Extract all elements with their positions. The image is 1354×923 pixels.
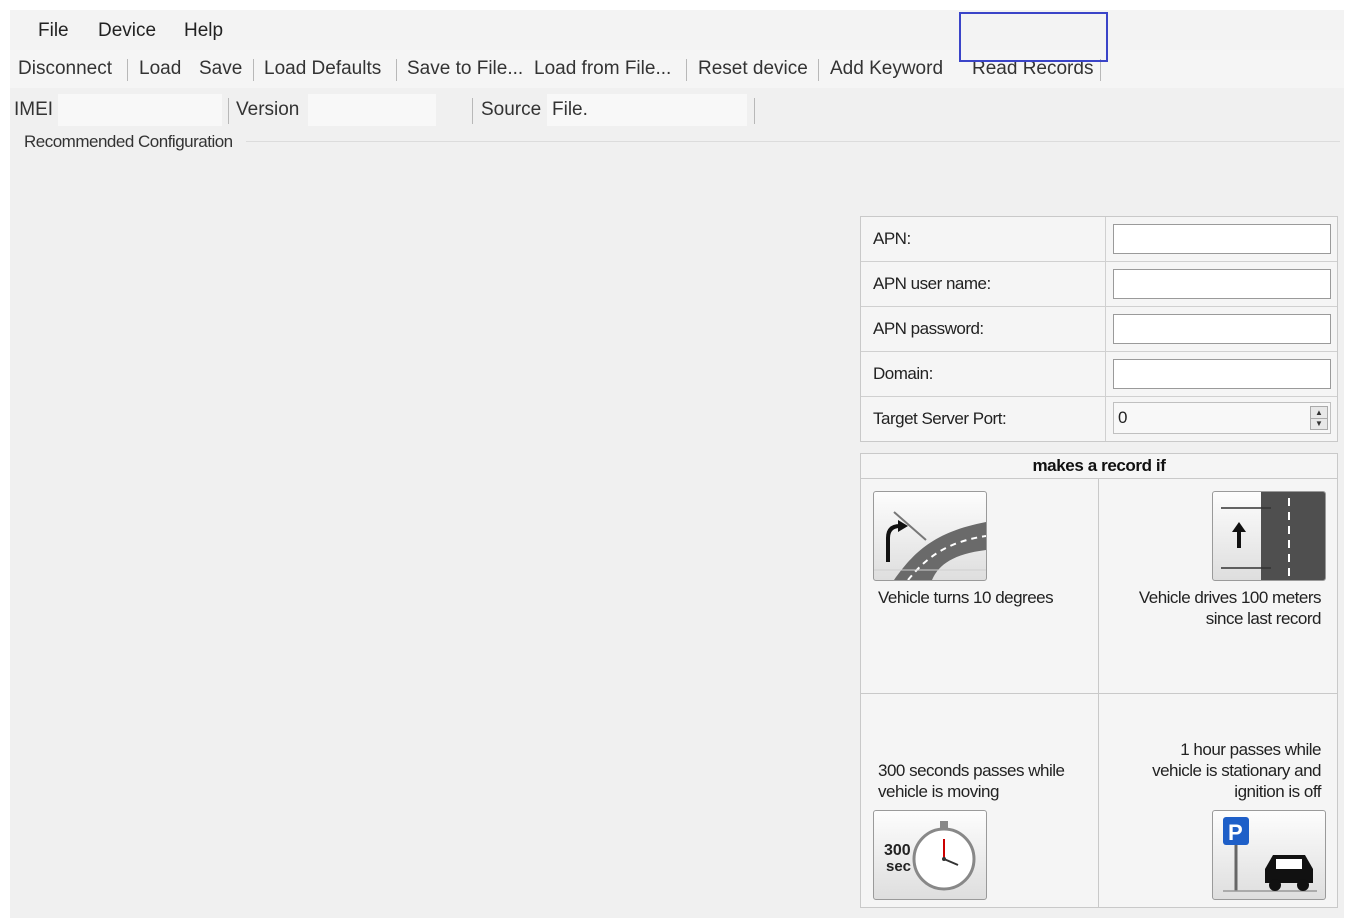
version-field	[308, 94, 436, 126]
condition-distance: Vehicle drives 100 meters since last rec…	[1099, 479, 1337, 694]
domain-input[interactable]	[1113, 359, 1331, 389]
toolbar-separator	[1100, 59, 1101, 81]
version-label: Version	[236, 99, 300, 120]
column-divider	[1105, 397, 1106, 441]
apn-input[interactable]	[1113, 224, 1331, 254]
condition-turn: Vehicle turns 10 degrees	[861, 479, 1099, 694]
apn-user-input[interactable]	[1113, 269, 1331, 299]
condition-time: 300 seconds passes while vehicle is movi…	[861, 694, 1099, 908]
column-divider	[1105, 262, 1106, 306]
reset-device-button[interactable]: Reset device	[698, 58, 808, 80]
spin-buttons: ▲ ▼	[1310, 406, 1328, 430]
imei-field	[58, 94, 222, 126]
toolbar-separator	[396, 59, 397, 81]
condition-stationary: 1 hour passes while vehicle is stationar…	[1099, 694, 1337, 908]
device-info-bar: IMEI Version Source File.	[10, 90, 1344, 132]
group-title: Recommended Configuration	[24, 132, 233, 151]
stationary-text-line2: vehicle is stationary and	[1152, 761, 1321, 780]
parking-letter: P	[1228, 820, 1243, 845]
stopwatch-unit: sec	[886, 858, 911, 875]
load-defaults-button[interactable]: Load Defaults	[264, 58, 381, 80]
spin-down-icon[interactable]: ▼	[1311, 418, 1327, 429]
toolbar: Disconnect Load Save Load Defaults Save …	[10, 50, 1344, 88]
apn-label: APN:	[873, 229, 911, 248]
load-from-file-button[interactable]: Load from File...	[534, 58, 671, 80]
info-separator	[228, 98, 229, 124]
record-panel-header: makes a record if	[861, 454, 1337, 479]
menu-file[interactable]: File	[38, 20, 69, 42]
parking-car-icon[interactable]: P	[1212, 810, 1326, 900]
time-text-line1: 300 seconds passes while	[878, 761, 1065, 780]
menu-help[interactable]: Help	[184, 20, 223, 42]
menu-device[interactable]: Device	[98, 20, 156, 42]
toolbar-separator	[686, 59, 687, 81]
save-to-file-button[interactable]: Save to File...	[407, 58, 523, 80]
port-stepper[interactable]: 0 ▲ ▼	[1113, 402, 1331, 434]
apn-password-input[interactable]	[1113, 314, 1331, 344]
setting-row-apn: APN:	[861, 217, 1337, 262]
column-divider	[1105, 307, 1106, 351]
load-button[interactable]: Load	[139, 58, 181, 80]
setting-row-port: Target Server Port: 0 ▲ ▼	[861, 397, 1337, 441]
domain-label: Domain:	[873, 364, 933, 383]
toolbar-separator	[818, 59, 819, 81]
distance-text-line1: Vehicle drives 100 meters	[1138, 588, 1322, 607]
source-label: Source	[481, 99, 542, 120]
save-button[interactable]: Save	[199, 58, 242, 80]
info-separator	[754, 98, 755, 124]
distance-road-icon[interactable]	[1212, 491, 1326, 581]
group-box-border	[246, 141, 1340, 142]
stationary-text-line3: ignition is off	[1234, 782, 1321, 801]
read-records-highlight	[959, 12, 1108, 62]
disconnect-button[interactable]: Disconnect	[18, 58, 112, 80]
setting-row-domain: Domain:	[861, 352, 1337, 397]
app-window: File Device Help Disconnect Load Save Lo…	[10, 10, 1344, 918]
apn-user-label: APN user name:	[873, 274, 991, 293]
source-field: File.	[547, 94, 747, 126]
toolbar-separator	[253, 59, 254, 81]
column-divider	[1105, 352, 1106, 396]
setting-row-apn-user: APN user name:	[861, 262, 1337, 307]
setting-row-apn-password: APN password:	[861, 307, 1337, 352]
source-value: File.	[552, 99, 588, 120]
port-label: Target Server Port:	[873, 409, 1007, 428]
stopwatch-number: 300	[884, 842, 911, 859]
apn-password-label: APN password:	[873, 319, 984, 338]
toolbar-separator	[127, 59, 128, 81]
turn-text: Vehicle turns 10 degrees	[878, 588, 1054, 607]
time-text-line2: vehicle is moving	[878, 782, 999, 801]
imei-label: IMEI	[14, 99, 54, 120]
stationary-text-line1: 1 hour passes while	[1180, 740, 1321, 759]
settings-table: APN: APN user name: APN password: Domain…	[860, 216, 1338, 442]
add-keyword-button[interactable]: Add Keyword	[830, 58, 943, 80]
stopwatch-icon[interactable]: 300 sec	[873, 810, 987, 900]
info-separator	[472, 98, 473, 124]
distance-text-line2: since last record	[1205, 609, 1322, 628]
column-divider	[1105, 217, 1106, 261]
turn-road-icon[interactable]	[873, 491, 987, 581]
menu-bar: File Device Help	[10, 10, 1344, 50]
port-value: 0	[1118, 408, 1128, 427]
record-conditions-panel: makes a record if Vehicle turns 10 degre…	[860, 453, 1338, 908]
